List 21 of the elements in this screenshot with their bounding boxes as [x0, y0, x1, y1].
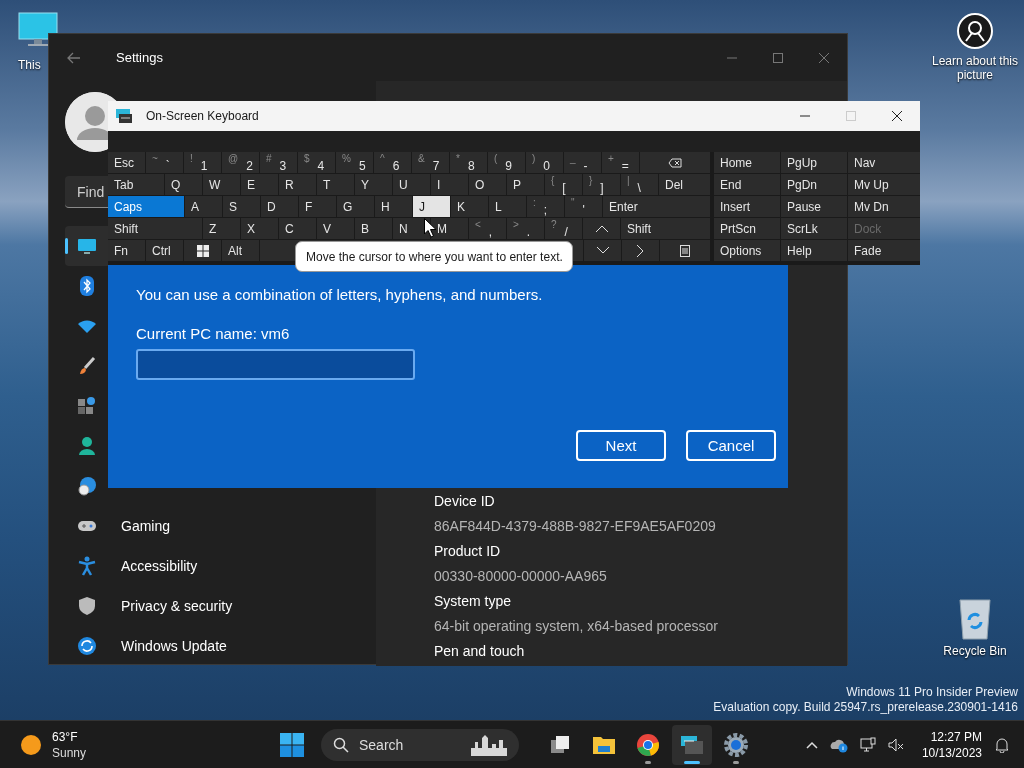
property-value: 86AF844D-4379-488B-9827-EF9AE5AF0209 [434, 517, 717, 536]
icon-label: Learn about this picture [930, 54, 1020, 82]
current-name-text: Current PC name: vm6 [136, 325, 291, 342]
temperature-text: 63°F [52, 728, 79, 745]
window-title: Settings [116, 50, 163, 65]
property-value: 00330-80000-00000-AA965 [434, 567, 608, 586]
window-title: On-Screen Keyboard [146, 109, 259, 123]
hint-text: You can use a combination of letters, hyphens, and numbers. [136, 286, 544, 303]
property-label: Product ID [434, 542, 502, 561]
weather-condition: Sunny [52, 744, 87, 761]
property-label: Device ID [434, 492, 496, 511]
clock-date: 10/13/2023 [921, 744, 982, 761]
tooltip: Move the cursor to where you want to enter text. [295, 241, 573, 272]
property-value: 64-bit operating system, x64-based processor [434, 617, 720, 636]
build-info-text: Windows 11 Pro Insider Preview [845, 685, 1018, 700]
property-label: System type [434, 592, 513, 611]
icon-label: This [18, 58, 41, 72]
clock-time: 12:27 PM [930, 728, 982, 745]
icon-label: Recycle Bin [943, 644, 1007, 658]
property-label: Pen and touch [434, 642, 526, 661]
build-info-text: Evaluation copy. Build 25947.rs_prerelease.230901-1416 [713, 700, 1018, 715]
